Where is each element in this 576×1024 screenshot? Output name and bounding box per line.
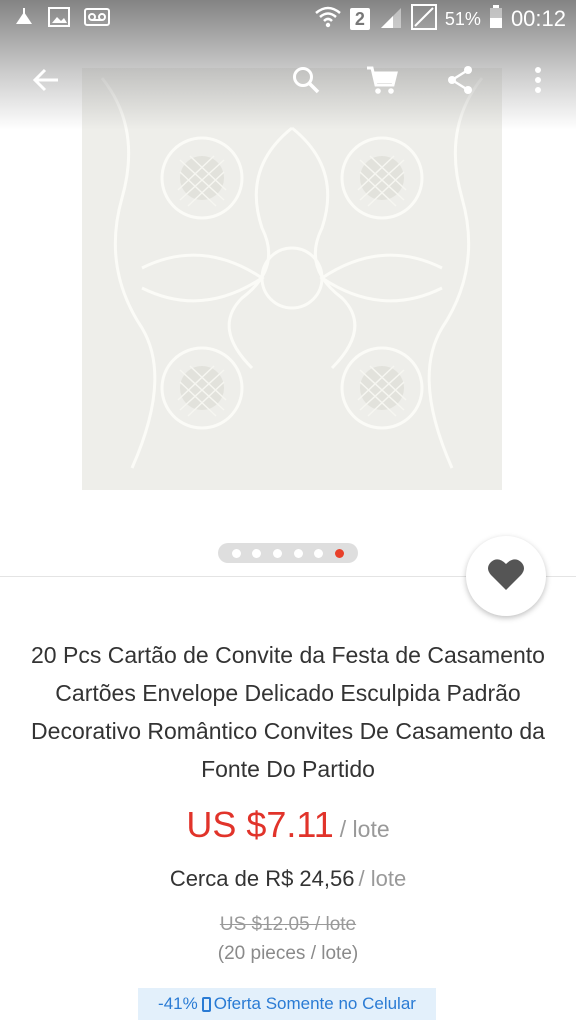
pager-dot[interactable] bbox=[231, 548, 241, 558]
share-button[interactable] bbox=[436, 58, 484, 106]
gallery-icon bbox=[48, 6, 70, 32]
product-image[interactable] bbox=[82, 68, 502, 490]
price-unit: / lote bbox=[339, 816, 390, 842]
share-icon bbox=[446, 65, 474, 100]
price-row: US $7.11/ lote bbox=[0, 804, 576, 846]
cart-button[interactable] bbox=[358, 58, 406, 106]
approx-price-unit: / lote bbox=[358, 866, 407, 891]
heart-icon bbox=[487, 557, 525, 596]
sim-icon: 2 bbox=[349, 7, 371, 31]
battery-percentage: 51% bbox=[444, 8, 481, 29]
pager-dot[interactable] bbox=[273, 548, 283, 558]
search-button[interactable] bbox=[282, 58, 330, 106]
pager-dot[interactable] bbox=[293, 548, 303, 558]
promo-text: Oferta Somente no Celular bbox=[213, 994, 416, 1013]
clock: 00:12 bbox=[510, 6, 566, 31]
back-button[interactable] bbox=[22, 58, 70, 106]
wifi-icon bbox=[315, 6, 341, 33]
lace-pattern-illustration bbox=[82, 68, 502, 490]
more-vert-icon bbox=[534, 66, 542, 99]
search-icon bbox=[292, 66, 320, 99]
cart-icon bbox=[366, 65, 398, 100]
back-arrow-icon bbox=[32, 68, 60, 97]
product-title: 20 Pcs Cartão de Convite da Festa de Cas… bbox=[31, 642, 545, 782]
pager-dot[interactable] bbox=[314, 548, 324, 558]
signal-icon bbox=[379, 6, 403, 33]
voicemail-icon bbox=[84, 7, 110, 31]
original-price: US $12.05 / lote bbox=[219, 914, 357, 935]
battery-icon bbox=[489, 4, 503, 34]
sim-slot-number: 2 bbox=[354, 9, 365, 29]
wishlist-button[interactable] bbox=[466, 536, 546, 616]
pager-dot[interactable] bbox=[335, 548, 345, 558]
no-data-icon bbox=[410, 3, 437, 35]
discount-percent: -41% bbox=[158, 994, 198, 1013]
more-options-button[interactable] bbox=[514, 58, 562, 106]
pieces-per-lot: (20 pieces / lote) bbox=[217, 943, 359, 964]
approx-price: Cerca de R$ 24,56 bbox=[169, 866, 355, 891]
cleaner-icon bbox=[14, 7, 34, 31]
mobile-deal-badge[interactable]: -41% Oferta Somente no Celular bbox=[138, 988, 436, 1020]
toolbar bbox=[0, 50, 576, 114]
pager-dot[interactable] bbox=[252, 548, 262, 558]
price: US $7.11 bbox=[186, 804, 334, 845]
phone-icon bbox=[201, 996, 211, 1012]
status-bar: 2 51% 00:12 bbox=[0, 0, 576, 38]
approx-price-row: Cerca de R$ 24,56/ lote bbox=[0, 866, 576, 892]
image-pager bbox=[218, 543, 358, 563]
